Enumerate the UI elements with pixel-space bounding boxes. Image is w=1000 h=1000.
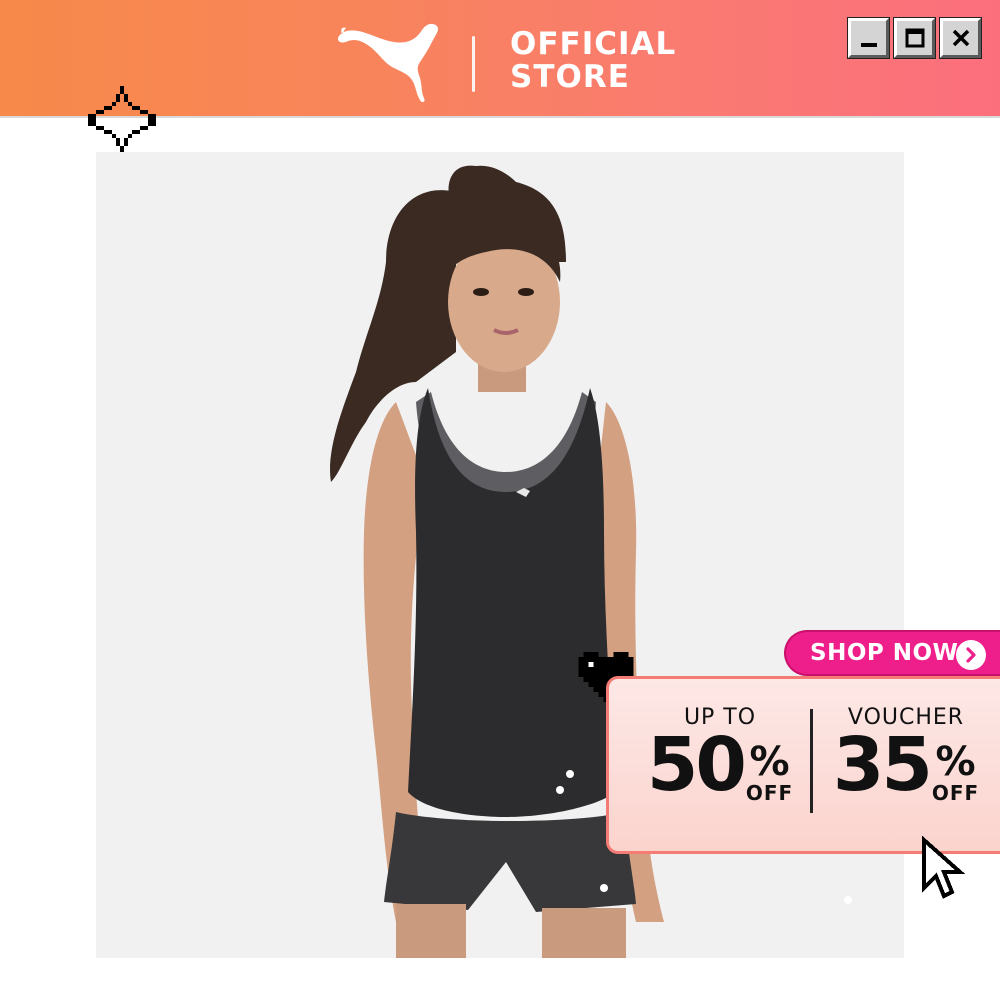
shop-now-button[interactable]: SHOP NOW (784, 630, 1000, 676)
discount-off-label: OFF (745, 781, 794, 805)
decor-dot (600, 884, 608, 892)
promo-divider (810, 709, 813, 813)
voucher-off-label: OFF (931, 781, 980, 805)
pixel-sparkle-icon (88, 86, 156, 154)
discount-block: UP TO 50 % OFF (633, 705, 807, 804)
store-line-2: STORE (510, 59, 630, 95)
decor-dot (844, 896, 852, 904)
decor-dot (556, 786, 564, 794)
puma-cat-logo-icon[interactable] (336, 20, 442, 104)
discount-value: 50 (646, 722, 747, 808)
minimize-button[interactable] (847, 17, 890, 59)
official-store-label: OFFICIAL STORE (510, 28, 676, 94)
discount-percent-sign: % (749, 739, 790, 785)
shop-now-label: SHOP NOW (810, 640, 959, 666)
promo-panel[interactable]: UP TO 50 % OFF VOUCHER 35 % OFF (606, 676, 1000, 854)
pixel-cursor-icon (922, 836, 966, 899)
voucher-value: 35 (832, 722, 933, 808)
maximize-icon (905, 28, 924, 48)
voucher-block: VOUCHER 35 % OFF (819, 705, 993, 804)
minimize-icon (860, 43, 877, 47)
chevron-right-icon (956, 640, 986, 670)
voucher-percent-sign: % (935, 739, 976, 785)
store-line-1: OFFICIAL (510, 26, 677, 62)
header-divider (472, 36, 475, 92)
close-icon (952, 29, 969, 47)
close-button[interactable] (939, 17, 982, 59)
decor-dot (566, 770, 574, 778)
window-controls (847, 17, 982, 59)
maximize-button[interactable] (893, 17, 936, 59)
